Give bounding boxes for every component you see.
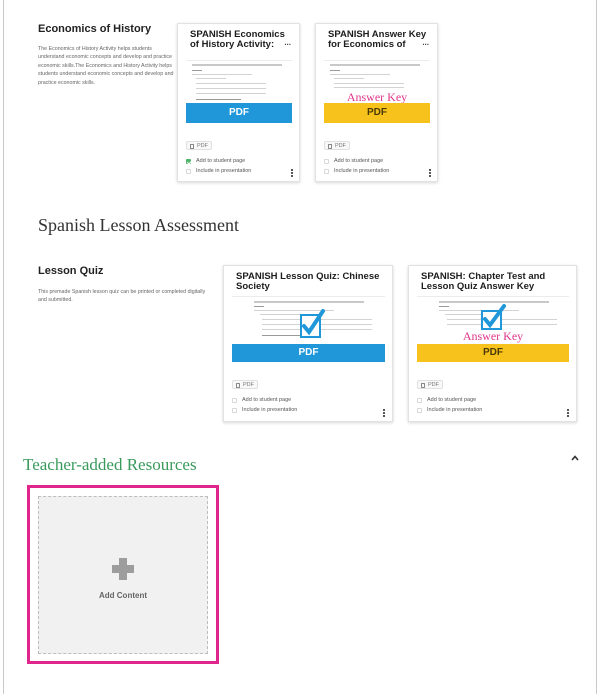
title-ellipsis: ...: [422, 37, 429, 47]
add-to-student-page-checkbox[interactable]: Add to student page: [417, 396, 476, 404]
checkmark-box-icon: [481, 304, 506, 330]
card-title[interactable]: SPANISH Answer Key for Economics of ...: [328, 30, 429, 49]
document-thumbnail[interactable]: Answer Key: [417, 296, 569, 350]
resource-card-chapter-test-answer-key[interactable]: SPANISH: Chapter Test and Lesson Quiz An…: [408, 265, 577, 422]
checkbox-icon: [417, 407, 422, 413]
more-options-icon[interactable]: [567, 409, 570, 418]
section-description-economics: The Economics of History Activity helps …: [38, 46, 174, 86]
chevron-up-icon[interactable]: [571, 455, 579, 461]
section-title-lesson-quiz: Lesson Quiz: [38, 265, 104, 277]
checkbox-icon: [417, 397, 422, 403]
checkbox-icon: [324, 168, 329, 174]
card-title[interactable]: SPANISH Economics of History Activity: .…: [190, 30, 291, 49]
add-content-button[interactable]: Add Content: [38, 496, 208, 654]
section-title-economics: Economics of History: [38, 23, 152, 35]
pdf-band: PDF: [417, 344, 569, 362]
add-to-student-page-checkbox[interactable]: Add to student page: [324, 157, 383, 165]
add-to-student-page-checkbox[interactable]: Add to student page: [186, 157, 245, 165]
document-icon: [328, 143, 332, 149]
title-ellipsis: ...: [284, 37, 291, 47]
file-type-tag: PDF: [186, 141, 212, 150]
add-to-student-page-checkbox[interactable]: Add to student page: [232, 396, 291, 404]
checkmark-box-icon: [300, 309, 325, 338]
more-options-icon[interactable]: [383, 409, 386, 418]
include-in-presentation-checkbox[interactable]: Include in presentation: [417, 406, 482, 414]
resource-card-economics-activity[interactable]: SPANISH Economics of History Activity: .…: [177, 23, 300, 182]
checkbox-icon: [232, 397, 237, 403]
answer-key-label: Answer Key: [462, 329, 524, 343]
more-options-icon[interactable]: [291, 169, 294, 178]
resource-card-lesson-quiz[interactable]: SPANISH Lesson Quiz: Chinese Society PDF…: [223, 265, 393, 422]
file-type-tag: PDF: [232, 380, 258, 389]
card-title[interactable]: SPANISH: Chapter Test and Lesson Quiz An…: [421, 272, 568, 291]
pdf-band: PDF: [232, 344, 385, 362]
resource-card-economics-answer-key[interactable]: SPANISH Answer Key for Economics of ... …: [315, 23, 438, 182]
file-type-tag: PDF: [324, 141, 350, 150]
include-in-presentation-checkbox[interactable]: Include in presentation: [186, 167, 251, 175]
section-heading-teacher-resources: Teacher-added Resources: [23, 455, 197, 474]
include-in-presentation-checkbox[interactable]: Include in presentation: [324, 167, 389, 175]
document-icon: [236, 382, 240, 388]
card-title[interactable]: SPANISH Lesson Quiz: Chinese Society: [236, 272, 384, 291]
document-icon: [190, 143, 194, 149]
section-description-lesson-quiz: This premade Spanish lesson quiz can be …: [38, 289, 206, 304]
add-content-label: Add Content: [99, 591, 147, 600]
checkbox-icon: [186, 168, 191, 174]
checkbox-icon: [324, 158, 329, 164]
document-thumbnail[interactable]: [232, 296, 385, 350]
include-in-presentation-checkbox[interactable]: Include in presentation: [232, 406, 297, 414]
checkbox-icon: [232, 407, 237, 413]
document-icon: [421, 382, 425, 388]
pdf-band: PDF: [186, 103, 292, 123]
section-heading-assessment: Spanish Lesson Assessment: [38, 215, 240, 235]
pdf-band: PDF: [324, 103, 430, 123]
file-type-tag: PDF: [417, 380, 443, 389]
checkbox-icon: [186, 158, 191, 164]
more-options-icon[interactable]: [429, 169, 432, 178]
